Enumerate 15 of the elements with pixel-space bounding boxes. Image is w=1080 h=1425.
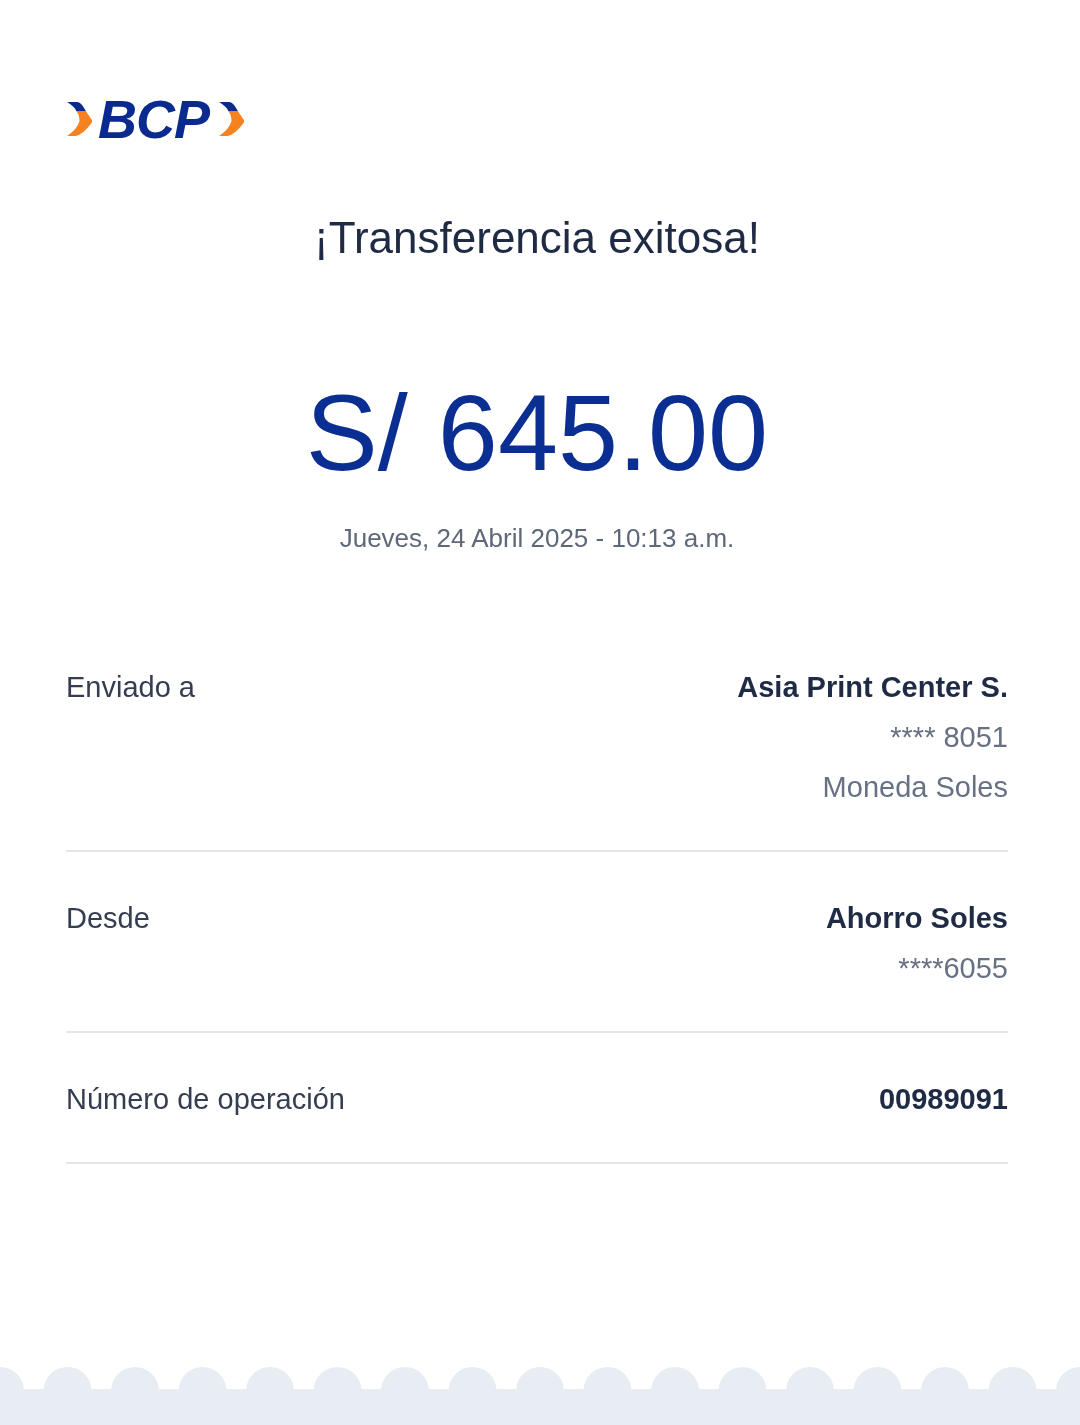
- detail-label: Desde: [66, 901, 150, 936]
- detail-value: 00989091: [878, 1082, 1008, 1117]
- detail-label: Número de operación: [66, 1082, 345, 1117]
- chevron-icon: [66, 100, 93, 138]
- detail-subvalue: Moneda Soles: [822, 770, 1008, 805]
- success-title: ¡Transferencia exitosa!: [314, 213, 760, 263]
- date-time-text: Jueves, 24 Abril 2025 - 10:13 a.m.: [339, 523, 735, 553]
- detail-label: Enviado a: [66, 670, 195, 705]
- chevron-icon: [218, 100, 245, 138]
- logo-text: BCP: [98, 95, 211, 143]
- detail-subvalue: ****6055: [898, 951, 1008, 986]
- detail-subvalue: **** 8051: [890, 720, 1008, 755]
- detail-value: Asia Print Center S.: [737, 670, 1008, 705]
- detail-value: Ahorro Soles: [825, 901, 1008, 936]
- amount-text: S/ 645.00: [305, 373, 769, 493]
